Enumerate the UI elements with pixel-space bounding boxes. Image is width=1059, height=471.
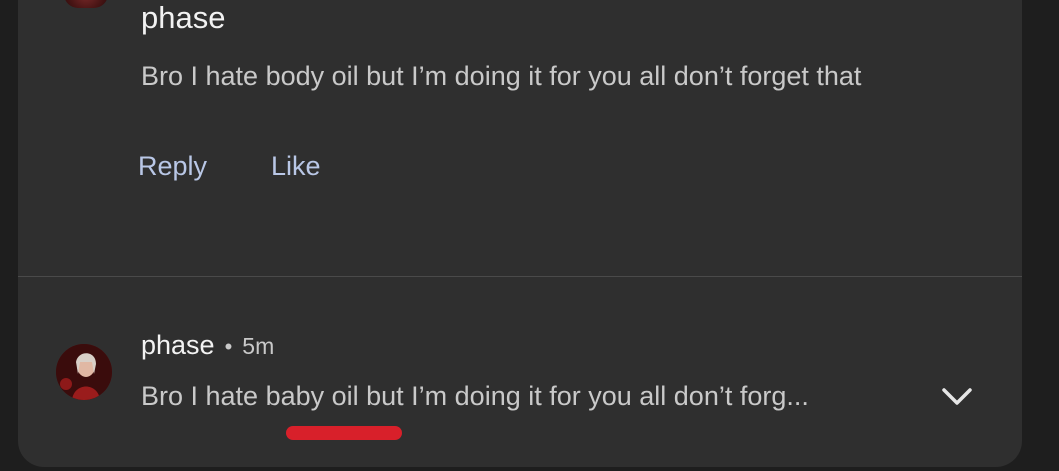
chevron-down-icon bbox=[942, 388, 972, 405]
divider bbox=[18, 276, 1022, 277]
avatar bbox=[64, 0, 108, 8]
avatar[interactable] bbox=[56, 344, 112, 400]
collapsed-comment[interactable]: phase • 5m Bro I hate baby oil but I’m d… bbox=[18, 320, 1022, 440]
comment-actions: Reply Like bbox=[138, 148, 321, 184]
reply-button[interactable]: Reply bbox=[138, 148, 207, 184]
separator-dot: • bbox=[224, 334, 233, 359]
comment-timestamp: 5m bbox=[242, 333, 275, 359]
comment-card: phase Bro I hate body oil but I’m doing … bbox=[18, 0, 1022, 467]
comment-author[interactable]: phase bbox=[141, 0, 225, 36]
expand-button[interactable] bbox=[932, 376, 982, 416]
highlight-mark bbox=[286, 426, 402, 440]
like-button[interactable]: Like bbox=[271, 148, 321, 184]
comment-author[interactable]: phase bbox=[141, 328, 215, 362]
comment-text: Bro I hate baby oil but I’m doing it for… bbox=[141, 381, 809, 411]
comment-text: Bro I hate body oil but I’m doing it for… bbox=[141, 61, 862, 91]
comment-meta: phase • 5m bbox=[141, 328, 274, 364]
